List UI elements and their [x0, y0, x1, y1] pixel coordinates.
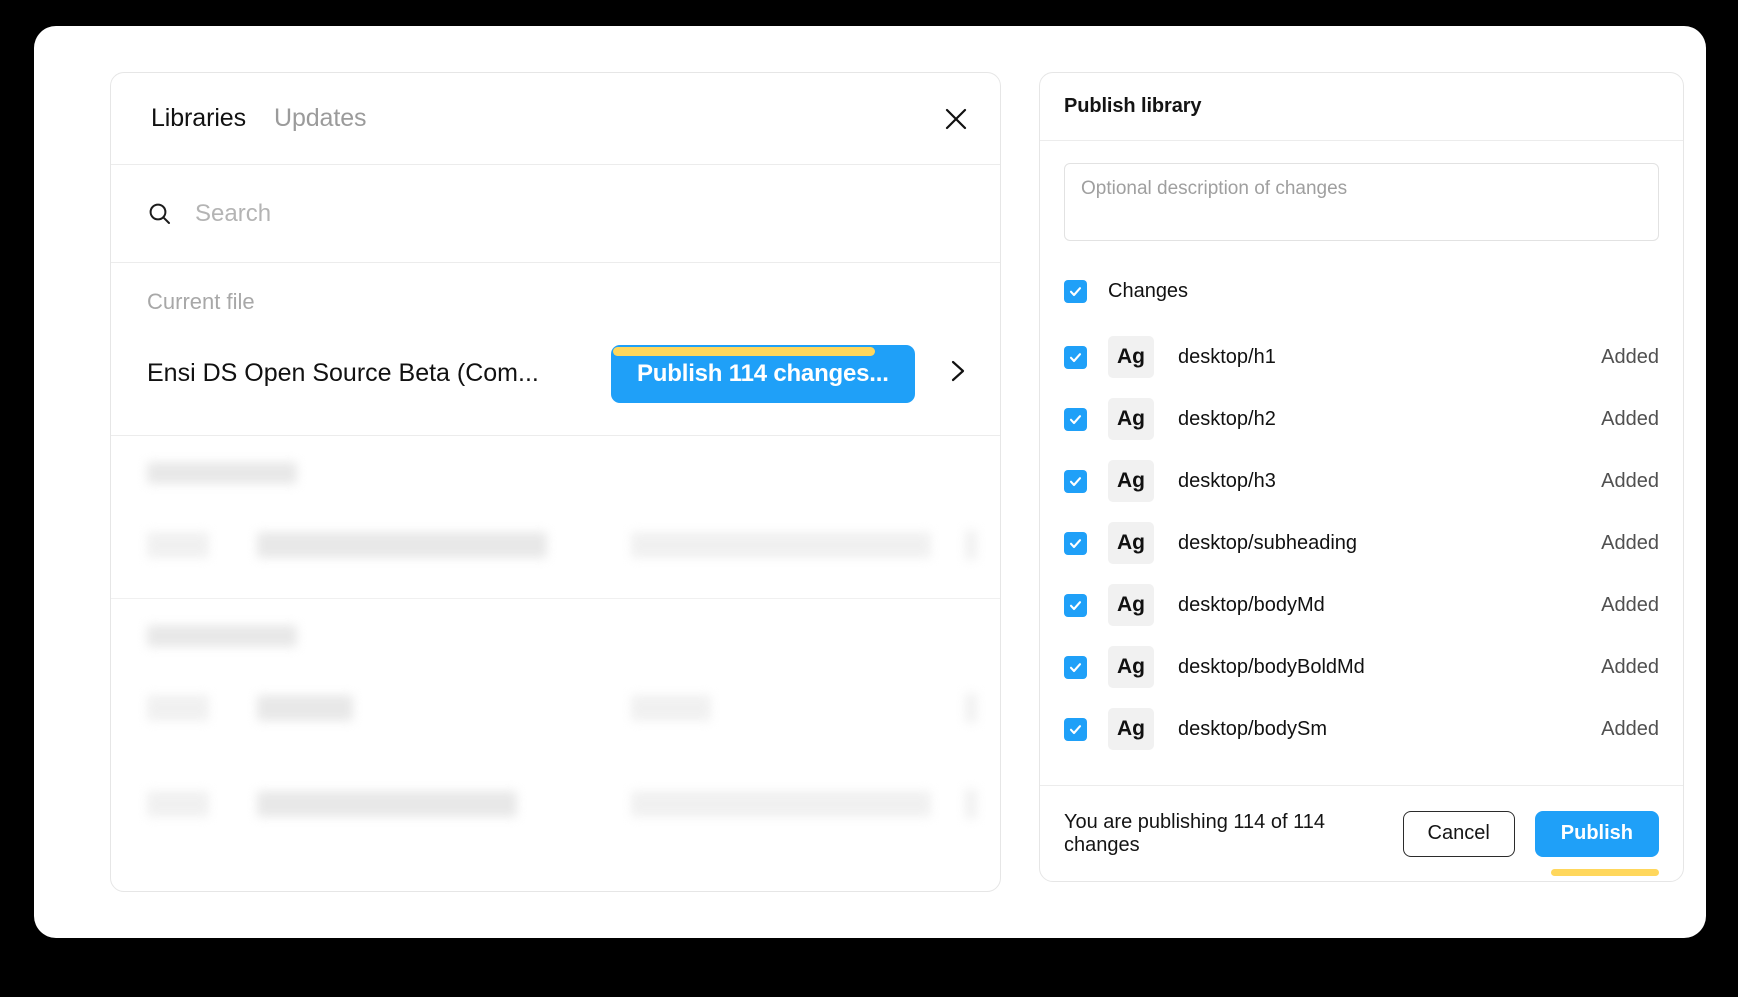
chevron-right-icon — [947, 358, 969, 389]
publish-panel-title: Publish library — [1064, 95, 1201, 118]
change-status: Added — [1601, 594, 1659, 617]
change-checkbox[interactable] — [1064, 656, 1087, 679]
cancel-button[interactable]: Cancel — [1403, 811, 1515, 857]
redacted-cell — [965, 530, 977, 560]
change-name: desktop/h1 — [1178, 346, 1601, 369]
redacted-row — [147, 781, 964, 827]
redacted-group-title — [147, 625, 297, 647]
redacted-row — [147, 685, 964, 731]
redacted-row — [147, 522, 964, 568]
check-icon — [1068, 474, 1083, 489]
current-file-label: Current file — [111, 289, 1000, 315]
change-status: Added — [1601, 656, 1659, 679]
type-style-swatch: Ag — [1108, 584, 1154, 626]
check-icon — [1068, 350, 1083, 365]
change-name: desktop/bodyBoldMd — [1178, 656, 1601, 679]
change-checkbox[interactable] — [1064, 594, 1087, 617]
check-icon — [1068, 536, 1083, 551]
publish-library-panel: Publish library Changes — [1039, 72, 1684, 882]
libraries-panel: Libraries Updates — [110, 72, 1001, 892]
changes-list: Changes Ag desktop/h1 Added — [1064, 272, 1659, 760]
changes-group-checkbox[interactable] — [1064, 280, 1087, 303]
redacted-cell — [257, 695, 353, 721]
publish-panel-header: Publish library — [1040, 73, 1683, 141]
change-name: desktop/subheading — [1178, 532, 1601, 555]
current-file-section: Current file Ensi DS Open Source Beta (C… — [111, 263, 1000, 436]
redacted-cell — [147, 532, 209, 558]
change-row[interactable]: Ag desktop/h1 Added — [1064, 326, 1659, 388]
search-icon — [147, 201, 173, 227]
changes-group-label: Changes — [1108, 280, 1188, 303]
change-name: desktop/bodyMd — [1178, 594, 1601, 617]
type-style-swatch: Ag — [1108, 398, 1154, 440]
redacted-group-title — [147, 462, 297, 484]
change-checkbox[interactable] — [1064, 532, 1087, 555]
change-name: desktop/h2 — [1178, 408, 1601, 431]
check-icon — [1068, 598, 1083, 613]
redacted-cell — [631, 532, 931, 558]
change-status: Added — [1601, 346, 1659, 369]
publish-summary-text: You are publishing 114 of 114 changes — [1064, 811, 1403, 857]
type-style-swatch: Ag — [1108, 708, 1154, 750]
change-status: Added — [1601, 408, 1659, 431]
search-row[interactable] — [111, 165, 1000, 263]
change-status: Added — [1601, 532, 1659, 555]
change-row[interactable]: Ag desktop/h3 Added — [1064, 450, 1659, 512]
change-checkbox[interactable] — [1064, 346, 1087, 369]
publish-button-highlight-underline — [1551, 869, 1659, 876]
redacted-cell — [257, 532, 547, 558]
change-row[interactable]: Ag desktop/h2 Added — [1064, 388, 1659, 450]
redacted-cell — [257, 791, 517, 817]
redacted-cell — [965, 693, 977, 723]
panels-container: Libraries Updates — [34, 26, 1706, 938]
changes-group-row[interactable]: Changes — [1064, 272, 1659, 310]
redacted-cell — [965, 789, 977, 819]
tab-libraries[interactable]: Libraries — [137, 104, 260, 133]
screen: Libraries Updates — [0, 0, 1738, 997]
redacted-library-group-2 — [111, 598, 1000, 857]
change-status: Added — [1601, 718, 1659, 741]
redacted-cell — [631, 695, 711, 721]
publish-button[interactable]: Publish — [1535, 811, 1659, 857]
check-icon — [1068, 722, 1083, 737]
change-status: Added — [1601, 470, 1659, 493]
redacted-library-group-1 — [111, 436, 1000, 598]
change-row[interactable]: Ag desktop/bodyBoldMd Added — [1064, 636, 1659, 698]
redacted-cell — [147, 791, 209, 817]
change-name: desktop/bodySm — [1178, 718, 1601, 741]
close-icon — [943, 106, 969, 132]
change-checkbox[interactable] — [1064, 718, 1087, 741]
publish-changes-highlight-underline — [613, 347, 875, 356]
tab-updates[interactable]: Updates — [260, 104, 380, 133]
change-row[interactable]: Ag desktop/bodyMd Added — [1064, 574, 1659, 636]
publish-panel-footer: You are publishing 114 of 114 changes Ca… — [1040, 785, 1683, 881]
change-name: desktop/h3 — [1178, 470, 1601, 493]
type-style-swatch: Ag — [1108, 522, 1154, 564]
redacted-cell — [147, 695, 209, 721]
close-button[interactable] — [934, 97, 978, 141]
current-file-expand-button[interactable] — [940, 355, 976, 391]
change-checkbox[interactable] — [1064, 470, 1087, 493]
type-style-swatch: Ag — [1108, 336, 1154, 378]
check-icon — [1068, 284, 1083, 299]
redacted-cell — [631, 791, 931, 817]
change-row[interactable]: Ag desktop/bodySm Added — [1064, 698, 1659, 760]
type-style-swatch: Ag — [1108, 460, 1154, 502]
app-window: Libraries Updates — [34, 26, 1706, 938]
type-style-swatch: Ag — [1108, 646, 1154, 688]
change-checkbox[interactable] — [1064, 408, 1087, 431]
tabs-header: Libraries Updates — [111, 73, 1000, 165]
check-icon — [1068, 412, 1083, 427]
change-row[interactable]: Ag desktop/subheading Added — [1064, 512, 1659, 574]
search-input[interactable] — [195, 200, 964, 228]
description-field[interactable] — [1064, 163, 1659, 241]
check-icon — [1068, 660, 1083, 675]
publish-panel-body: Changes Ag desktop/h1 Added — [1040, 141, 1683, 785]
